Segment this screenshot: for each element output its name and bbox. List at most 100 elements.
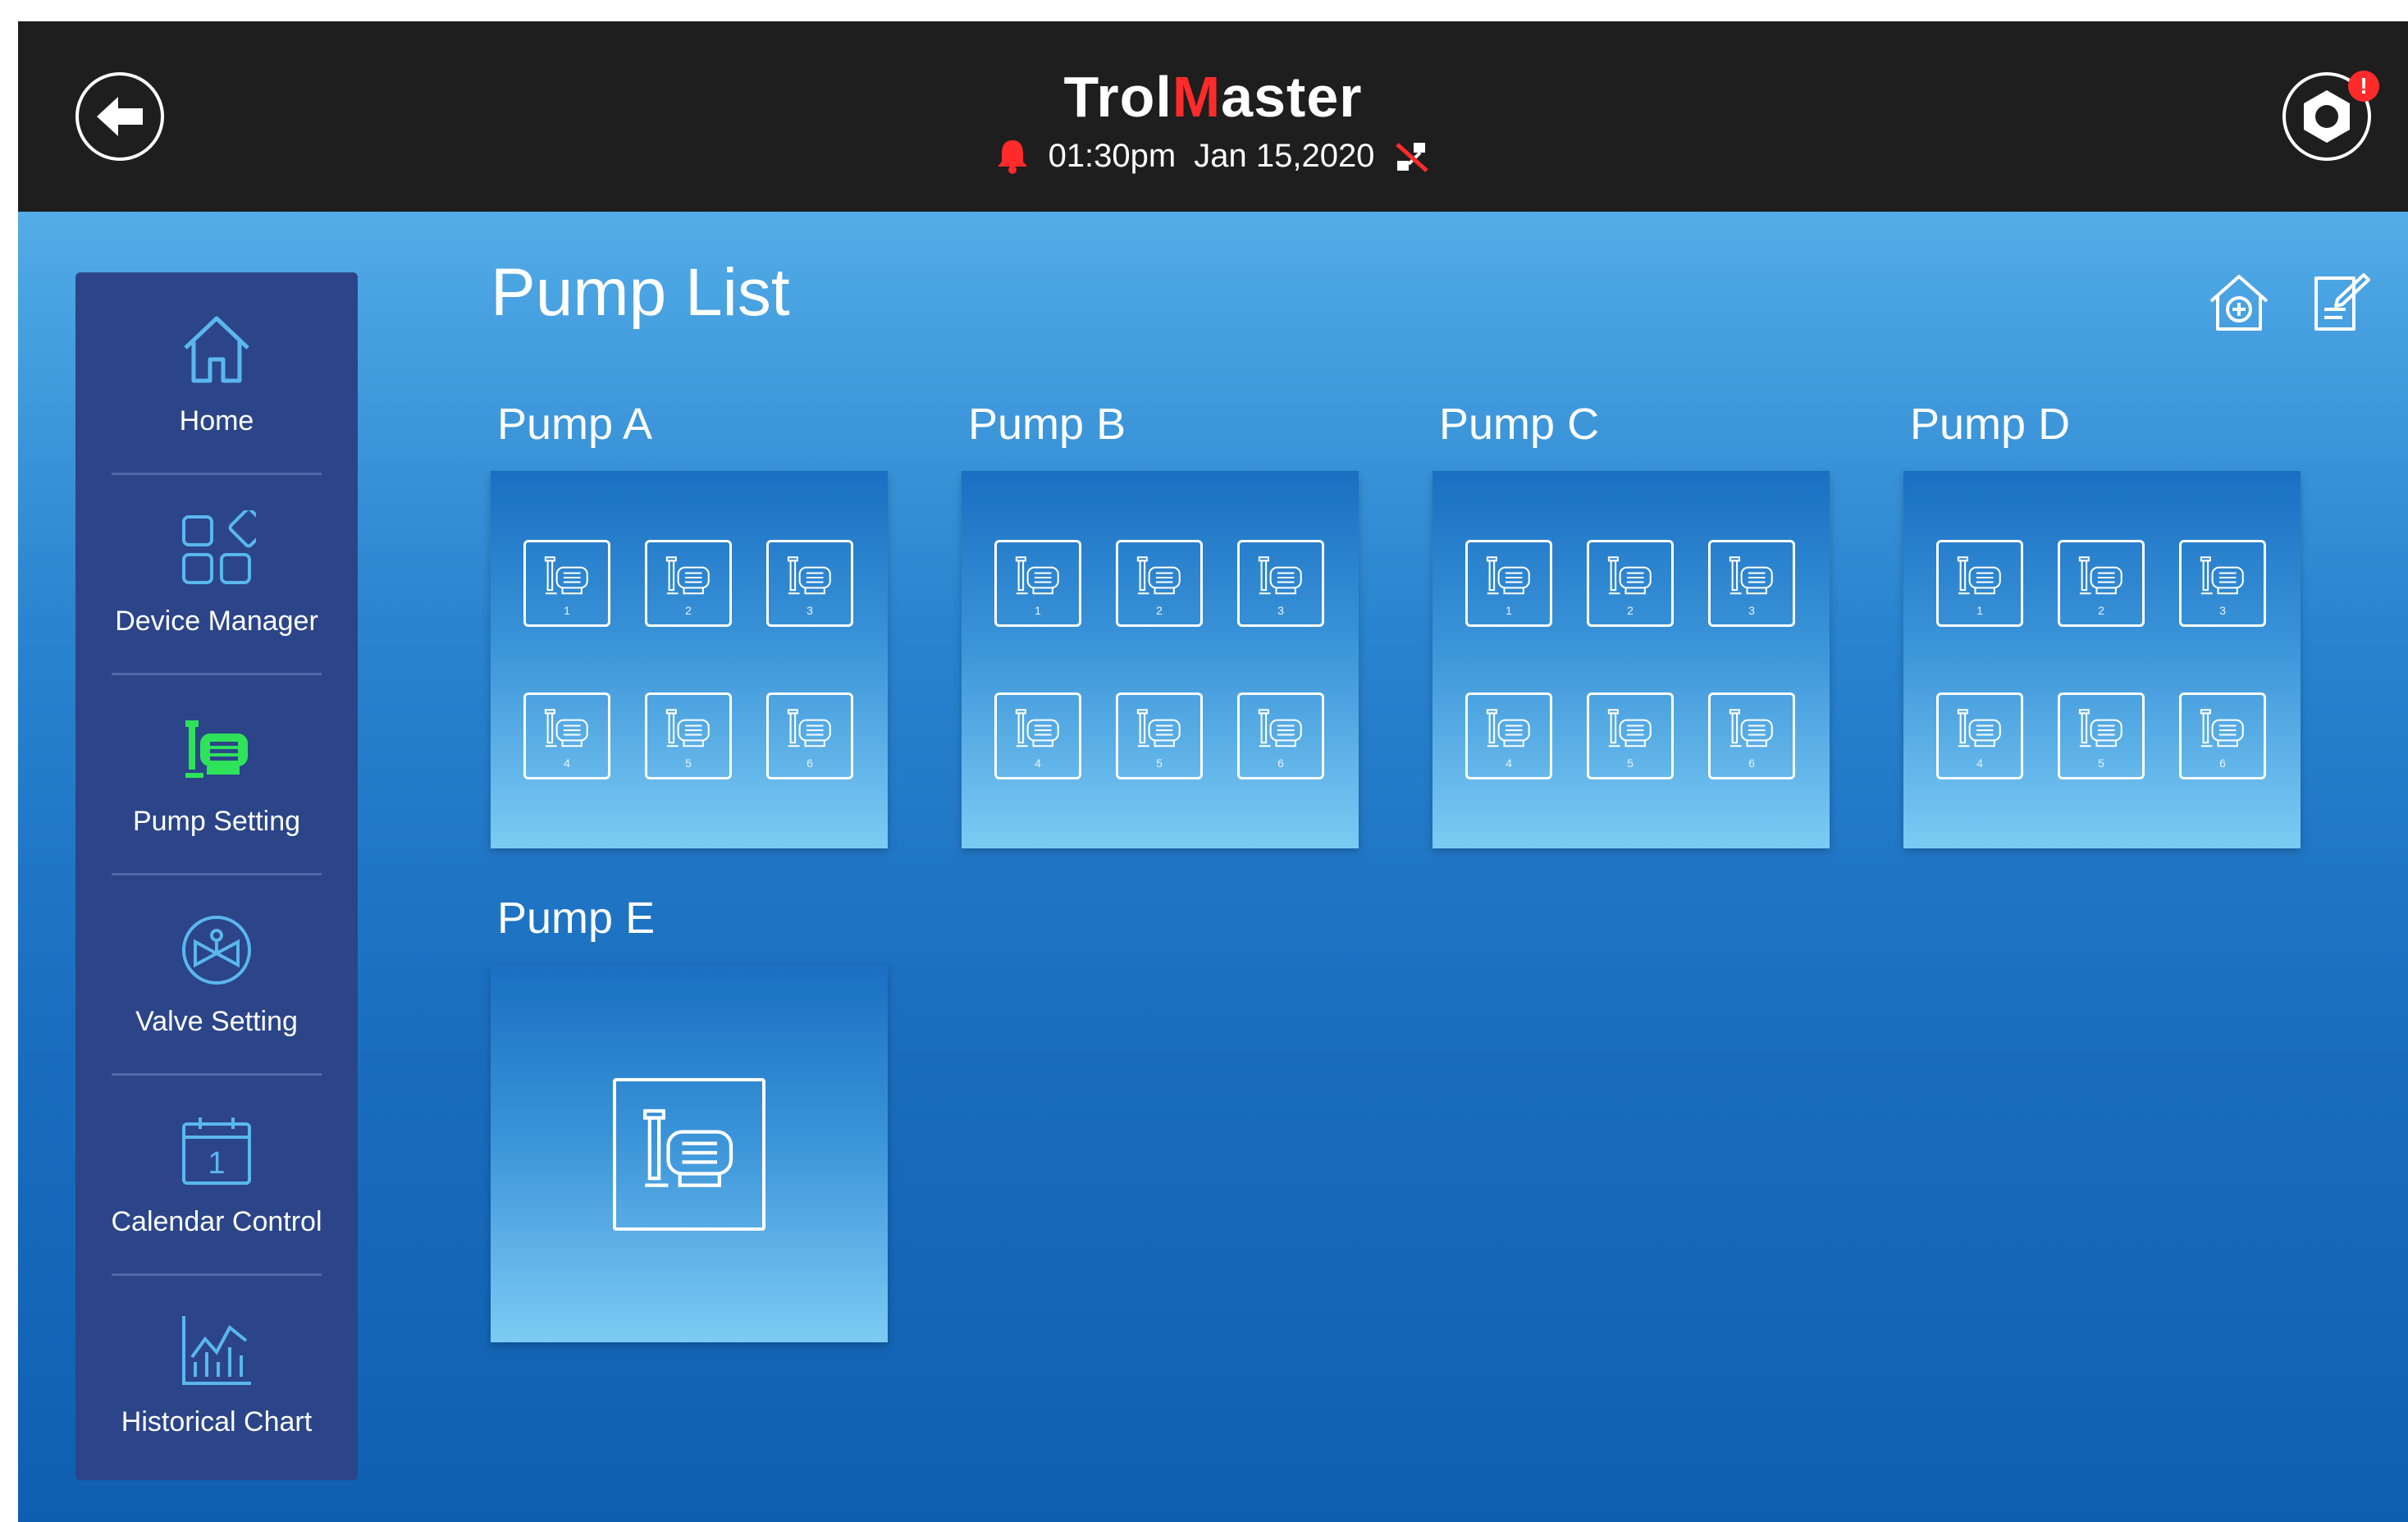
sidebar-item-label: Calendar Control (111, 1205, 322, 1237)
outlet-number: 5 (1627, 756, 1634, 770)
pump-outlet-button[interactable]: 5 (1587, 692, 1674, 779)
outlet-grid: 1 2 3 4 5 6 (523, 540, 853, 779)
pump-label: Pump B (968, 400, 1126, 449)
pump-card[interactable]: 1 2 3 4 5 6 (491, 471, 888, 848)
sidebar-item-home[interactable]: Home (75, 272, 358, 473)
bell-icon[interactable] (994, 137, 1030, 175)
pump-outlet-button[interactable]: 1 (523, 540, 610, 627)
pump-outlet-button[interactable]: 3 (1237, 540, 1324, 627)
outlet-grid: 1 2 3 4 5 6 (1936, 540, 2266, 779)
pump-group-a: Pump A 1 2 3 4 5 6 (491, 395, 888, 848)
pump-icon (2074, 703, 2128, 761)
pump-outlet-button[interactable]: 4 (994, 692, 1081, 779)
sidebar-item-label: Home (179, 404, 254, 436)
pump-outlet-button[interactable]: 2 (2058, 540, 2145, 627)
network-disconnected-icon (1396, 143, 1429, 172)
pump-icon (633, 1097, 745, 1213)
valve-icon (176, 909, 258, 991)
pump-card[interactable]: 1 2 3 4 5 6 (962, 471, 1359, 848)
pump-icon (661, 551, 715, 609)
pump-outlet-button[interactable]: 1 (1936, 540, 2023, 627)
pump-outlet-button[interactable]: 1 (1465, 540, 1552, 627)
outlet-number: 6 (806, 756, 813, 770)
outlet-number: 1 (1035, 603, 1041, 617)
pump-group-d: Pump D 1 2 3 4 5 6 (1903, 395, 2301, 848)
pump-icon (1482, 703, 1536, 761)
add-home-button[interactable] (2204, 267, 2274, 338)
pump-group-e: Pump E (491, 889, 888, 1342)
pump-outlet-button[interactable]: 3 (1708, 540, 1795, 627)
pump-outlet-button[interactable]: 2 (1587, 540, 1674, 627)
pump-icon (176, 709, 258, 791)
calendar-day: 1 (208, 1146, 225, 1181)
outlet-number: 6 (1748, 756, 1755, 770)
sidebar: Home Device Manager Pump Setting Valve S… (75, 272, 358, 1480)
pump-outlet-button[interactable]: 3 (2179, 540, 2266, 627)
app-screen: TrolMaster 01:30pm Jan 15,2020 ! Home De… (18, 21, 2408, 1522)
outlet-number: 3 (2219, 603, 2226, 617)
pump-outlet-button[interactable]: 5 (645, 692, 732, 779)
pump-outlet-button[interactable]: 5 (2058, 692, 2145, 779)
outlet-number: 5 (685, 756, 692, 770)
current-date: Jan 15,2020 (1194, 137, 1375, 174)
pump-label: Pump E (497, 894, 656, 943)
pump-outlet-button[interactable]: 3 (766, 540, 853, 627)
notification-badge: ! (2348, 71, 2379, 102)
pump-outlet-button[interactable]: 4 (1936, 692, 2023, 779)
outlet-number: 6 (2219, 756, 2226, 770)
pump-card[interactable]: 1 2 3 4 5 6 (1432, 471, 1830, 848)
sidebar-item-pump-setting[interactable]: Pump Setting (75, 673, 358, 873)
outlet-number: 3 (806, 603, 813, 617)
outlet-number: 1 (1976, 603, 1983, 617)
sidebar-item-valve-setting[interactable]: Valve Setting (75, 873, 358, 1073)
outlet-number: 4 (1506, 756, 1512, 770)
pump-icon (540, 551, 594, 609)
outlet-number: 4 (1035, 756, 1041, 770)
edit-note-icon (2314, 273, 2370, 331)
pump-outlet-button[interactable]: 6 (766, 692, 853, 779)
sidebar-item-historical-chart[interactable]: Historical Chart (75, 1273, 358, 1474)
outlet-grid: 1 2 3 4 5 6 (1465, 540, 1795, 779)
pump-outlet-button[interactable]: 1 (994, 540, 1081, 627)
pump-card[interactable] (491, 965, 888, 1342)
pump-icon (1603, 703, 1657, 761)
pump-icon (540, 703, 594, 761)
pump-outlet-button[interactable]: 6 (1708, 692, 1795, 779)
sidebar-item-calendar-control[interactable]: 1 Calendar Control (75, 1073, 358, 1273)
pump-outlet-button[interactable]: 2 (645, 540, 732, 627)
outlet-number: 3 (1748, 603, 1755, 617)
pump-card[interactable]: 1 2 3 4 5 6 (1903, 471, 2301, 848)
pump-outlet-button[interactable]: 2 (1116, 540, 1203, 627)
pump-icon (1603, 551, 1657, 609)
pump-icon (783, 551, 837, 609)
brand-logo: TrolMaster (1063, 65, 1363, 129)
pump-icon (1725, 703, 1779, 761)
outlet-number: 1 (564, 603, 570, 617)
edit-button[interactable] (2304, 267, 2374, 338)
outlet-number: 5 (1156, 756, 1163, 770)
sidebar-item-label: Valve Setting (135, 1005, 298, 1037)
pump-outlet-button[interactable]: 6 (1237, 692, 1324, 779)
sidebar-item-label: Historical Chart (121, 1405, 313, 1437)
pump-label: Pump D (1910, 400, 2071, 449)
outlet-number: 4 (564, 756, 570, 770)
pump-icon (1011, 703, 1065, 761)
sidebar-item-device-manager[interactable]: Device Manager (75, 473, 358, 673)
sidebar-item-label: Device Manager (115, 605, 318, 637)
outlet-number: 1 (1506, 603, 1512, 617)
chart-icon (176, 1309, 258, 1392)
current-time: 01:30pm (1048, 137, 1177, 174)
pump-icon (1953, 703, 2007, 761)
pump-icon (2074, 551, 2128, 609)
pump-outlet-button[interactable]: 6 (2179, 692, 2266, 779)
pump-outlet-button[interactable]: 5 (1116, 692, 1203, 779)
pump-outlet-button[interactable]: 4 (523, 692, 610, 779)
pump-label: Pump A (497, 400, 653, 449)
pump-icon (1482, 551, 1536, 609)
pump-button[interactable] (613, 1078, 765, 1231)
pump-outlet-button[interactable]: 4 (1465, 692, 1552, 779)
pump-icon (661, 703, 715, 761)
pump-icon (1725, 551, 1779, 609)
pump-icon (2196, 551, 2250, 609)
pump-icon (1011, 551, 1065, 609)
